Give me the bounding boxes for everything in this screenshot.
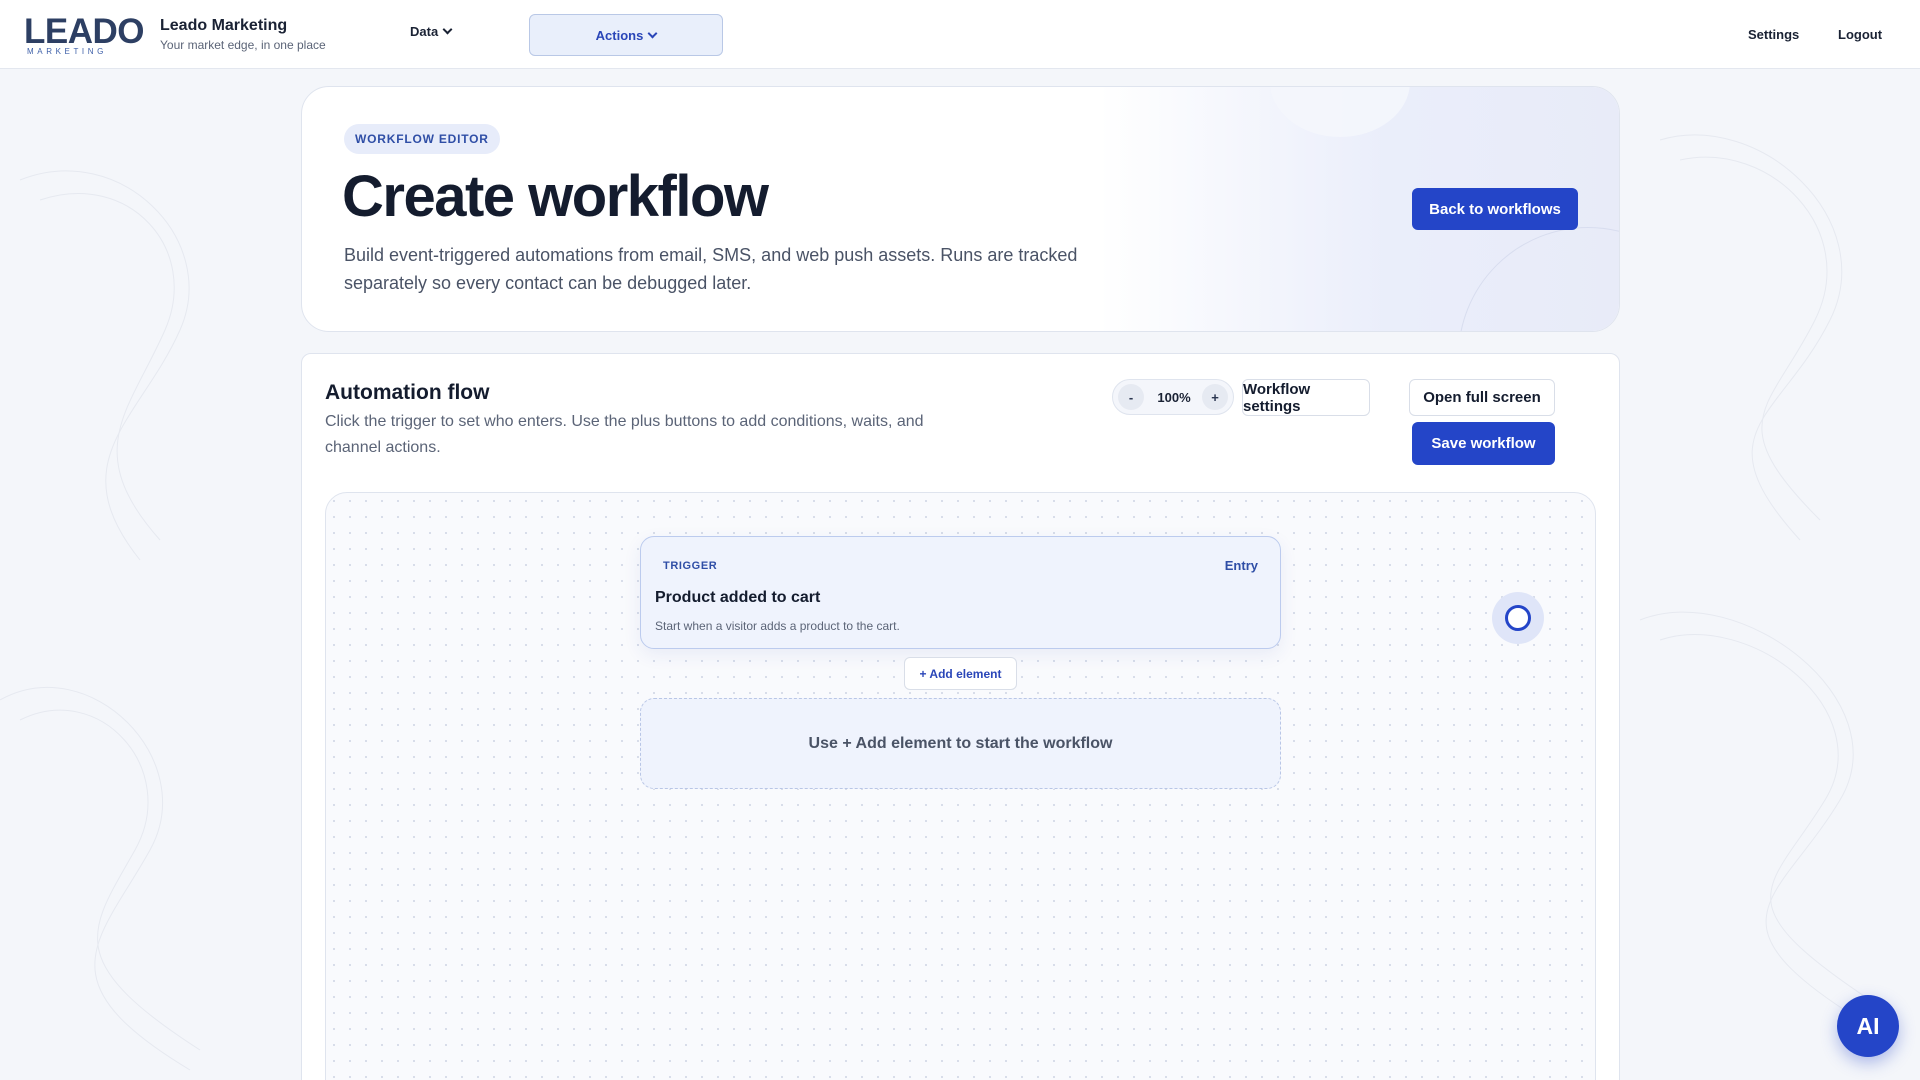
automation-flow-title: Automation flow	[325, 381, 490, 404]
add-element-button[interactable]: + Add element	[904, 657, 1017, 690]
logo-subtext: MARKETING	[27, 47, 107, 56]
workflow-settings-button[interactable]: Workflow settings	[1242, 379, 1370, 416]
open-full-screen-button[interactable]: Open full screen	[1409, 379, 1555, 416]
automation-flow-card: Automation flow Click the trigger to set…	[301, 353, 1620, 1080]
chevron-down-icon	[647, 28, 658, 38]
nav-settings-link[interactable]: Settings	[1748, 27, 1799, 42]
zoom-in-button[interactable]: +	[1202, 384, 1228, 410]
zoom-control: - 100% +	[1112, 379, 1234, 415]
brand-name: Leado Marketing	[160, 17, 288, 34]
trigger-entry-tag: Entry	[1224, 558, 1258, 573]
top-header: LEADO MARKETING Leado Marketing Your mar…	[0, 0, 1920, 69]
zoom-level: 100%	[1157, 390, 1191, 405]
zoom-out-button[interactable]: -	[1118, 384, 1144, 410]
workflow-canvas[interactable]: TRIGGER Entry Product added to cart Star…	[325, 492, 1596, 1080]
trigger-label: TRIGGER	[663, 560, 718, 572]
chevron-down-icon	[442, 24, 453, 35]
trigger-title: Product added to cart	[655, 589, 821, 606]
automation-flow-description: Click the trigger to set who enters. Use…	[325, 413, 924, 456]
loading-spinner-icon	[1492, 592, 1544, 644]
leado-logo[interactable]: LEADO MARKETING	[24, 13, 148, 57]
trigger-description: Start when a visitor adds a product to t…	[655, 619, 900, 633]
page-title: Create workflow	[342, 164, 769, 229]
logo-wordmark: LEADO	[24, 12, 145, 51]
nav-logout-link[interactable]: Logout	[1838, 27, 1882, 42]
nav-data-label: Data	[410, 24, 439, 39]
spinner-ring	[1505, 605, 1531, 631]
nav-data-dropdown[interactable]: Data	[410, 24, 453, 39]
trigger-node[interactable]: TRIGGER Entry Product added to cart Star…	[640, 536, 1281, 649]
workflow-editor-badge: WORKFLOW EDITOR	[344, 124, 500, 154]
ai-assistant-button[interactable]: AI	[1837, 995, 1899, 1057]
page-description: Build event-triggered automations from e…	[344, 245, 1078, 293]
back-to-workflows-button[interactable]: Back to workflows	[1412, 188, 1578, 230]
nav-actions-dropdown[interactable]: Actions	[529, 14, 723, 56]
empty-workflow-placeholder: Use + Add element to start the workflow	[640, 698, 1281, 789]
save-workflow-button[interactable]: Save workflow	[1412, 422, 1555, 465]
nav-actions-label: Actions	[595, 27, 644, 43]
hero-card: WORKFLOW EDITOR Create workflow Build ev…	[301, 86, 1620, 332]
brand-tagline: Your market edge, in one place	[160, 38, 326, 52]
